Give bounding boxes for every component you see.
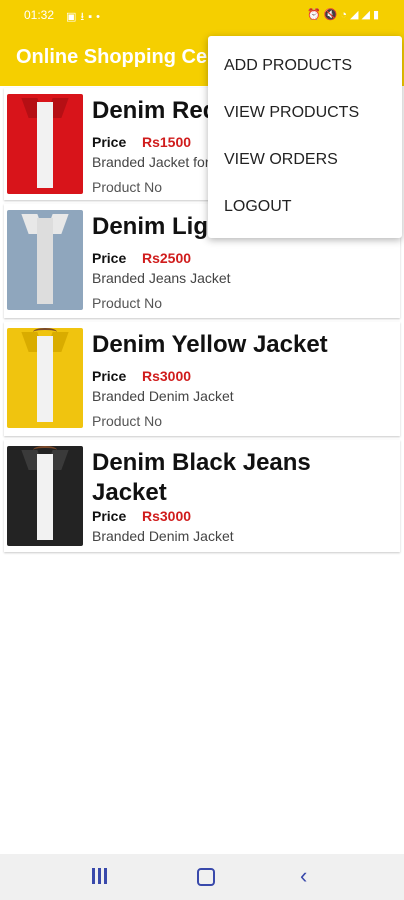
- price-label: Price: [92, 134, 127, 150]
- battery-icon: ▮: [372, 9, 382, 21]
- overflow-menu: ADD PRODUCTS VIEW PRODUCTS VIEW ORDERS L…: [208, 36, 402, 238]
- product-price: Rs3000: [142, 508, 192, 524]
- product-image: [7, 210, 83, 310]
- price-label: Price: [92, 508, 127, 524]
- wifi-icon: ◔: [340, 9, 350, 21]
- home-icon[interactable]: [194, 866, 218, 888]
- back-icon[interactable]: ‹: [300, 865, 324, 888]
- message-icon: ▪: [88, 11, 97, 23]
- price-label: Price: [92, 368, 127, 384]
- system-icons: ⏰🔇◔◢◢▮: [307, 8, 382, 21]
- menu-item-view-products[interactable]: VIEW PRODUCTS: [208, 89, 402, 136]
- recent-apps-icon[interactable]: [88, 866, 112, 888]
- signal-icon: ◢: [361, 9, 373, 21]
- product-image: [7, 446, 83, 546]
- dot-icon: •: [96, 11, 105, 23]
- product-image: [7, 94, 83, 194]
- image-icon: ▣: [66, 11, 81, 23]
- product-name: Denim Yellow Jacket: [92, 331, 328, 358]
- product-card[interactable]: Denim Yellow Jacket Price Rs3000 Branded…: [4, 322, 400, 436]
- page-title: Online Shopping Ce: [16, 46, 208, 68]
- product-price: Rs1500: [142, 134, 192, 150]
- product-card[interactable]: Denim Black Jeans Jacket Price Rs3000 Br…: [4, 440, 400, 552]
- navigation-bar: ‹: [0, 854, 404, 900]
- product-image: [7, 328, 83, 428]
- product-description: Branded Denim Jacket: [92, 388, 234, 404]
- price-label: Price: [92, 250, 127, 266]
- menu-item-view-orders[interactable]: VIEW ORDERS: [208, 136, 402, 183]
- product-no-label: Product No: [92, 413, 163, 429]
- menu-item-logout[interactable]: LOGOUT: [208, 183, 402, 230]
- product-name: Denim Black Jeans Jacket: [92, 449, 311, 506]
- product-description: Branded Denim Jacket: [92, 528, 234, 544]
- notification-icons: ▣⭳▪•: [66, 8, 104, 27]
- product-price: Rs2500: [142, 250, 192, 266]
- status-bar: 01:32 ▣⭳▪• ⏰🔇◔◢◢▮: [0, 0, 404, 32]
- status-time: 01:32: [24, 8, 55, 22]
- signal-icon: ◢: [350, 9, 362, 21]
- product-no-label: Product No: [92, 295, 163, 311]
- alarm-icon: ⏰: [306, 9, 324, 21]
- menu-item-add-products[interactable]: ADD PRODUCTS: [208, 42, 402, 89]
- product-no-label: Product No: [92, 179, 163, 195]
- product-price: Rs3000: [142, 368, 192, 384]
- product-description: Branded Jeans Jacket: [92, 270, 231, 286]
- mute-icon: 🔇: [323, 9, 341, 21]
